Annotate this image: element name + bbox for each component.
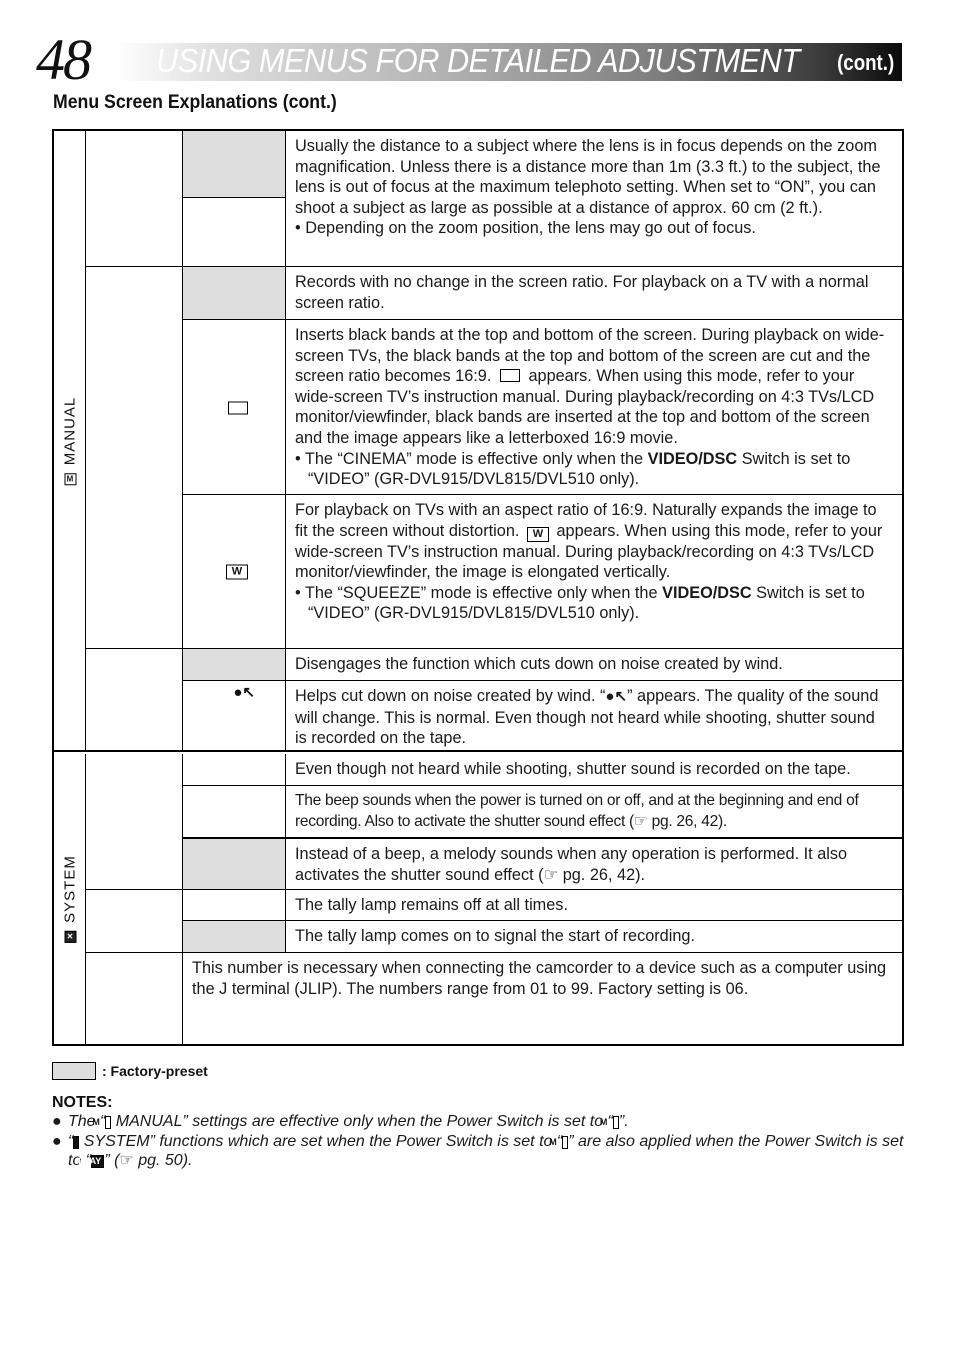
- table-row-remote-number: This number is necessary when connecting…: [86, 953, 902, 1044]
- manual-label: MANUAL: [61, 396, 78, 465]
- description-cell: For playback on TVs with an aspect ratio…: [295, 501, 883, 623]
- squeeze-w-icon: W: [526, 526, 549, 542]
- setting-cell-wind-on: ●↖: [183, 681, 286, 752]
- setting-cell-squeeze: W: [183, 495, 286, 648]
- table-row-beep: Even though not heard while shooting, sh…: [86, 754, 902, 890]
- table-row-tele-macro: Usually the distance to a subject where …: [86, 131, 902, 267]
- description-cell: Instead of a beep, a melody sounds when …: [295, 845, 848, 884]
- description-cell: The beep sounds when the power is turned…: [295, 792, 859, 830]
- item-cell: [86, 890, 183, 952]
- setting-cell-preset: [183, 131, 286, 198]
- cinema-frame-icon: [499, 369, 520, 383]
- wind-cut-icon: ●↖: [233, 684, 255, 701]
- setting-cell: [183, 754, 286, 786]
- notes-title: NOTES:: [52, 1094, 113, 1111]
- legend-label: : Factory-preset: [102, 1063, 208, 1079]
- title-cont: (cont.): [836, 50, 894, 75]
- description-cell: Records with no change in the screen rat…: [295, 273, 869, 312]
- page-header: 48 USING MENUS FOR DETAILED ADJUSTMENT (…: [36, 30, 904, 90]
- description-cell: Usually the distance to a subject where …: [295, 137, 881, 238]
- page-ref-icon: ☞: [119, 1152, 134, 1169]
- wind-cut-icon: ●↖: [605, 688, 628, 705]
- description-cell: The tally lamp comes on to signal the st…: [295, 927, 695, 945]
- page-title: USING MENUS FOR DETAILED ADJUSTMENT: [156, 42, 800, 79]
- description-cell: Helps cut down on noise created by wind.…: [295, 687, 879, 748]
- note-item: ● “✕ SYSTEM” functions which are set when…: [52, 1132, 904, 1170]
- squeeze-w-icon: W: [226, 564, 248, 579]
- system-icon: ✕: [63, 930, 76, 943]
- description-cell: Inserts black bands at the top and botto…: [295, 326, 885, 489]
- legend-swatch: [52, 1062, 96, 1080]
- bullet-icon: ●: [52, 1113, 62, 1130]
- setting-cell: [183, 198, 286, 266]
- description-cell: Disengages the function which cuts down …: [295, 655, 783, 673]
- play-icon: PLAY: [78, 1155, 105, 1168]
- setting-cell: [183, 890, 286, 921]
- item-cell: [86, 754, 183, 889]
- description-cell: This number is necessary when connecting…: [192, 959, 887, 998]
- group-manual: M MANUAL Usually the distance to a subje…: [54, 131, 902, 752]
- section-title: Menu Screen Explanations (cont.): [53, 92, 337, 113]
- setting-cell-preset: [183, 839, 286, 889]
- manual-icon: M: [63, 472, 76, 485]
- setting-cell-cinema: [183, 320, 286, 495]
- item-cell: [86, 267, 183, 648]
- table-row-wind-cut: Disengages the function which cuts down …: [86, 649, 902, 752]
- item-cell: [86, 649, 183, 752]
- menu-table: M MANUAL Usually the distance to a subje…: [52, 129, 904, 1046]
- note-item: ● The “M MANUAL” settings are effective o…: [52, 1113, 629, 1130]
- setting-cell-preset: [183, 649, 286, 680]
- group-system: ✕ SYSTEM Even though not heard while sho…: [54, 754, 902, 1044]
- item-cell: [86, 953, 183, 1044]
- notes-section: NOTES: ● The “M MANUAL” settings are effe…: [52, 1093, 912, 1171]
- system-label: SYSTEM: [61, 855, 78, 923]
- setting-cell-preset: [183, 921, 286, 952]
- title-banner: USING MENUS FOR DETAILED ADJUSTMENT (con…: [116, 42, 902, 81]
- group-label-manual: M MANUAL: [54, 131, 86, 750]
- factory-preset-legend: : Factory-preset: [52, 1062, 208, 1080]
- description-cell: The tally lamp remains off at all times.: [295, 896, 568, 914]
- setting-cell-preset: [183, 267, 286, 319]
- cinema-frame-icon: [228, 401, 248, 414]
- table-row-tally: The tally lamp remains off at all times.…: [86, 890, 902, 953]
- item-cell: [86, 131, 183, 266]
- setting-cell: [183, 786, 286, 838]
- group-label-system: ✕ SYSTEM: [54, 754, 86, 1044]
- description-cell: Even though not heard while shooting, sh…: [295, 760, 851, 778]
- page-number: 48: [36, 27, 92, 92]
- table-row-wide-mode: Records with no change in the screen rat…: [86, 267, 902, 649]
